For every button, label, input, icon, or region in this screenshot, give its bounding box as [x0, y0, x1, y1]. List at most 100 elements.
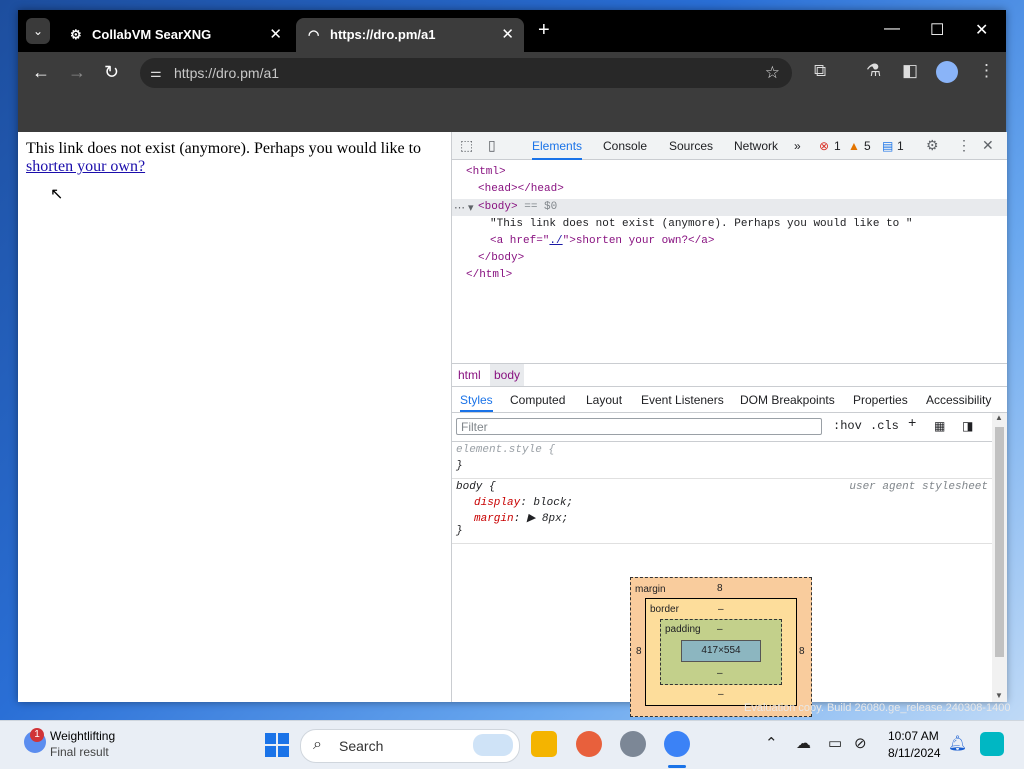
site-info-icon[interactable]: ⚌	[150, 65, 162, 81]
shorten-link[interactable]: shorten your own?	[26, 158, 145, 175]
devtools-tab-console[interactable]: Console	[603, 139, 647, 153]
clock-date[interactable]: 8/11/2024	[888, 746, 941, 760]
tab-close-icon[interactable]: ✕	[269, 25, 282, 43]
dom-text-node[interactable]: "This link does not exist (anymore). Per…	[490, 218, 912, 230]
notification-bell-icon[interactable]: 🔔︎	[948, 734, 967, 752]
breadcrumb-html[interactable]: html	[454, 368, 485, 382]
margin-top-value[interactable]: 8	[717, 583, 723, 594]
border-top-value[interactable]: –	[718, 604, 724, 615]
file-explorer-icon[interactable]	[531, 731, 557, 757]
minimize-icon[interactable]: —	[884, 20, 900, 38]
margin-left-value[interactable]: 8	[636, 646, 642, 657]
close-devtools-icon[interactable]: ✕	[982, 137, 994, 154]
devtools-tab-sources[interactable]: Sources	[669, 139, 713, 153]
margin-right-value[interactable]: 8	[799, 646, 805, 657]
padding-top-value[interactable]: –	[717, 624, 723, 635]
tab-collabvm-searxng[interactable]: ⚙ CollabVM SearXNG ✕	[58, 18, 292, 52]
inspect-element-icon[interactable]: ⬚	[460, 137, 473, 154]
scroll-down-icon[interactable]: ▼	[995, 691, 1003, 700]
tab-search-button[interactable]: ⌄	[26, 18, 50, 44]
forward-arrow-icon[interactable]: →	[68, 62, 86, 83]
new-rule-icon[interactable]: +	[908, 416, 916, 432]
message-icon[interactable]: ▤	[882, 139, 893, 153]
dom-node-html[interactable]: <html>	[466, 166, 506, 178]
scroll-up-icon[interactable]: ▲	[995, 413, 1003, 422]
subtab-accessibility[interactable]: Accessibility	[926, 393, 991, 407]
subtab-computed[interactable]: Computed	[510, 393, 565, 407]
dom-node-body-close[interactable]: </body>	[478, 252, 524, 264]
display-icon[interactable]: ▭	[828, 734, 842, 752]
border-label: border	[650, 604, 679, 615]
box-model-border[interactable]: border – – padding – – 417×554	[645, 598, 797, 706]
devtools-tab-network[interactable]: Network	[734, 139, 778, 153]
subtab-event-listeners[interactable]: Event Listeners	[641, 393, 724, 407]
warning-count[interactable]: 5	[864, 139, 871, 153]
message-count[interactable]: 1	[897, 139, 904, 153]
labs-flask-icon[interactable]: ⚗	[866, 61, 881, 81]
toggle-sidebar-icon[interactable]: ◨	[962, 419, 973, 434]
tab-close-icon[interactable]: ✕	[501, 25, 514, 43]
box-model-padding[interactable]: padding – – 417×554	[660, 619, 782, 685]
styles-filter-input[interactable]: Filter	[456, 418, 822, 435]
padding-bottom-value[interactable]: –	[717, 668, 723, 679]
settings-gear-icon[interactable]: ⚙	[926, 137, 939, 154]
warning-icon[interactable]: ▲	[848, 139, 860, 153]
expand-triangle-icon[interactable]: ▾	[468, 201, 474, 215]
style-prop-margin[interactable]: margin: ▶ 8px;	[474, 511, 568, 525]
subtab-layout[interactable]: Layout	[586, 393, 622, 407]
styles-scrollbar[interactable]: ▲ ▼	[992, 413, 1007, 702]
subtab-styles[interactable]: Styles	[460, 393, 493, 412]
style-prop-display[interactable]: display: block;	[474, 497, 573, 509]
device-toolbar-icon[interactable]: ▯	[488, 137, 496, 154]
border-bottom-value[interactable]: –	[718, 689, 724, 700]
dom-node-body[interactable]: <body> == $0	[478, 201, 557, 213]
bookmark-star-icon[interactable]: ☆	[765, 63, 780, 83]
tab-dro-pm[interactable]: ◠ https://dro.pm/a1 ✕	[296, 18, 524, 52]
devtools-panel: ⬚ ▯ Elements Console Sources Network » ⊗…	[451, 132, 1007, 717]
dom-node-a[interactable]: <a href="./">shorten your own?</a>	[490, 235, 714, 247]
clock-time[interactable]: 10:07 AM	[888, 729, 939, 743]
scrollbar-thumb[interactable]	[995, 427, 1004, 657]
box-model-content[interactable]: 417×554	[681, 640, 761, 662]
error-count[interactable]: 1	[834, 139, 841, 153]
new-tab-button[interactable]: +	[538, 19, 550, 42]
copilot-icon[interactable]	[980, 732, 1004, 756]
hov-toggle[interactable]: :hov	[833, 419, 862, 433]
cls-toggle[interactable]: .cls	[870, 419, 899, 433]
settings-app-icon[interactable]	[620, 731, 646, 757]
box-model-margin[interactable]: margin 8 8 8 border – – padding – – 417×…	[630, 577, 812, 717]
chrome-icon[interactable]	[664, 731, 690, 757]
more-tabs-icon[interactable]: »	[794, 139, 801, 153]
extensions-icon[interactable]: ⧉	[814, 61, 826, 81]
paint-brush-icon[interactable]: ▦	[934, 419, 945, 434]
onedrive-icon[interactable]: ☁	[796, 734, 811, 752]
dom-node-html-close[interactable]: </html>	[466, 269, 512, 281]
error-icon[interactable]: ⊗	[819, 139, 829, 153]
back-arrow-icon[interactable]: ←	[32, 62, 50, 83]
maximize-icon[interactable]: ☐	[930, 20, 944, 40]
breadcrumb-body[interactable]: body	[490, 364, 525, 386]
expand-triangle-icon[interactable]: ▶	[527, 513, 542, 525]
reload-icon[interactable]: ↻	[104, 62, 119, 83]
dom-node-head[interactable]: <head></head>	[478, 183, 564, 195]
firefox-icon[interactable]	[576, 731, 602, 757]
close-window-icon[interactable]: ✕	[975, 20, 988, 40]
url-text[interactable]: https://dro.pm/a1	[174, 65, 279, 81]
element-style-selector[interactable]: element.style {	[456, 444, 555, 456]
address-bar[interactable]: ⚌ https://dro.pm/a1 ☆	[140, 58, 792, 88]
body-selector[interactable]: body {	[456, 481, 496, 493]
tray-chevron-up-icon[interactable]: ⌃	[765, 734, 778, 752]
widget-subtitle[interactable]: Final result	[50, 745, 109, 759]
subtab-properties[interactable]: Properties	[853, 393, 908, 407]
widget-title[interactable]: Weightlifting	[50, 729, 115, 743]
side-panel-icon[interactable]: ◧	[902, 61, 918, 81]
devtools-menu-icon[interactable]: ⋮	[957, 137, 971, 154]
taskbar-search[interactable]: ⌕ Search	[300, 729, 520, 763]
dom-row-menu-icon[interactable]: ⋯	[454, 201, 465, 215]
subtab-dom-breakpoints[interactable]: DOM Breakpoints	[740, 393, 835, 407]
windows-start-icon[interactable]	[265, 733, 289, 757]
profile-avatar[interactable]	[936, 61, 958, 83]
network-icon[interactable]: ⊘	[854, 734, 867, 752]
devtools-tab-elements[interactable]: Elements	[532, 139, 583, 160]
more-menu-icon[interactable]: ⋮	[978, 61, 995, 81]
